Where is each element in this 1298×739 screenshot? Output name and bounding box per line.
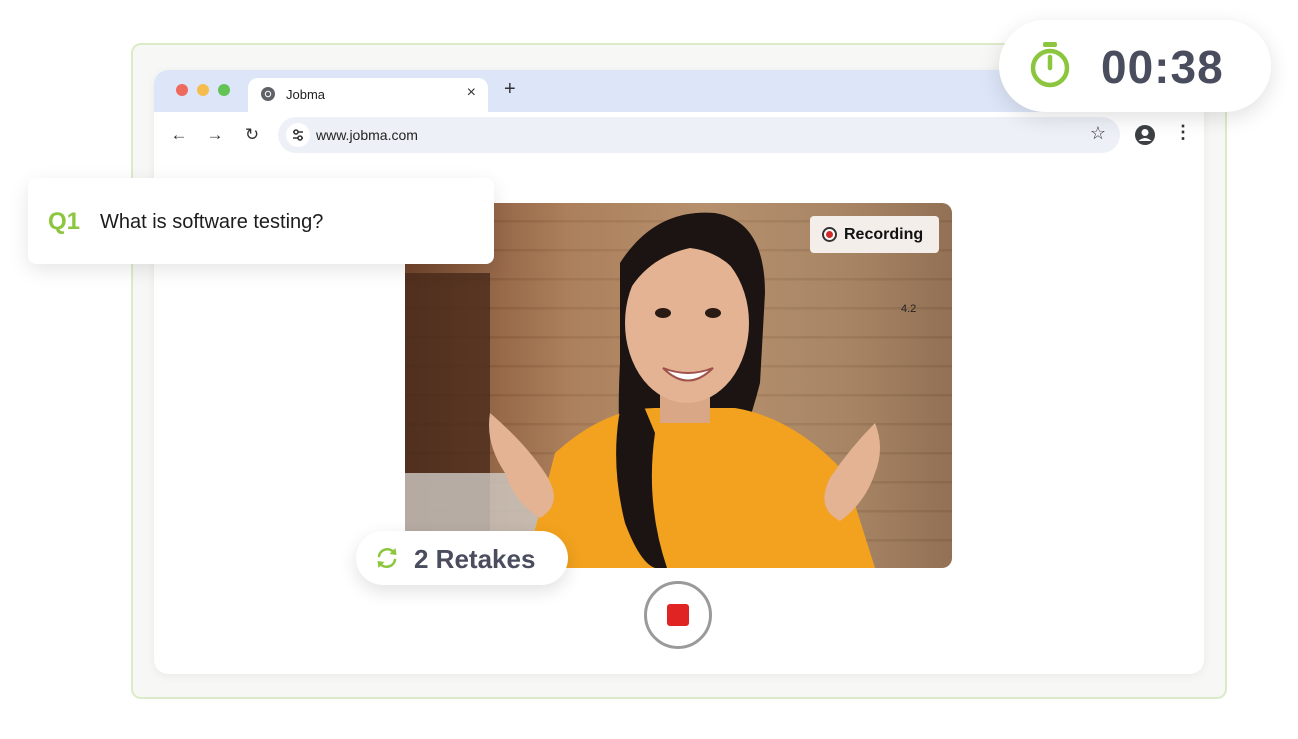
timer-value: 00:38 (1101, 41, 1224, 93)
back-button[interactable]: ← (168, 124, 190, 146)
retakes-label: 2 Retakes (414, 544, 536, 574)
stopwatch-icon (1030, 42, 1070, 88)
browser-menu-icon[interactable]: ⋮ (1174, 122, 1192, 143)
stop-icon (667, 604, 689, 626)
window-minimize-dot[interactable] (197, 84, 209, 96)
address-bar[interactable]: www.jobma.com ☆ (278, 117, 1120, 153)
stage: Jobma × + ← → ↻ www.jobma.com ☆ ⋮ Record… (0, 0, 1298, 739)
recording-badge: Recording (810, 216, 939, 253)
refresh-icon (377, 547, 397, 569)
question-number: Q1 (48, 208, 81, 235)
window-close-dot[interactable] (176, 84, 188, 96)
profile-icon[interactable] (1134, 124, 1156, 146)
timer-pill: 00:38 (999, 20, 1271, 112)
question-text: What is software testing? (100, 211, 324, 233)
bookmark-star-icon[interactable]: ☆ (1090, 123, 1106, 144)
record-dot-icon (822, 227, 837, 242)
retakes-pill[interactable]: 2 Retakes (356, 531, 568, 585)
video-overlay-value: 4.2 (901, 303, 917, 315)
site-settings-icon[interactable] (286, 123, 310, 147)
new-tab-button[interactable]: + (504, 78, 516, 101)
question-card: Q1 What is software testing? (28, 178, 494, 264)
tab-close-icon[interactable]: × (467, 84, 476, 102)
stop-recording-button[interactable] (644, 581, 712, 649)
browser-tab[interactable]: Jobma × (248, 78, 488, 112)
forward-button[interactable]: → (204, 124, 226, 146)
browser-toolbar: ← → ↻ www.jobma.com ☆ ⋮ (154, 112, 1204, 158)
recording-label: Recording (844, 226, 924, 243)
window-maximize-dot[interactable] (218, 84, 230, 96)
tab-title: Jobma (286, 87, 326, 102)
url-text: www.jobma.com (316, 127, 418, 143)
reload-button[interactable]: ↻ (241, 124, 263, 146)
chrome-icon (261, 87, 275, 101)
